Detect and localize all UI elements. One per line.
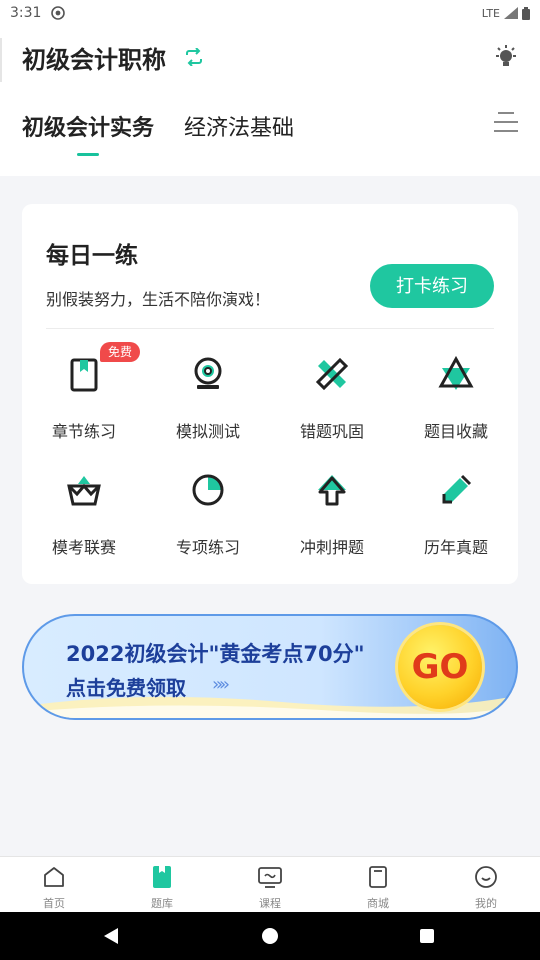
header: 初级会计职称 初级会计实务 经济法基础 (0, 26, 540, 176)
recents-icon[interactable] (420, 929, 434, 943)
grid-item-label: 历年真题 (423, 538, 488, 557)
pie-icon (192, 474, 224, 506)
grid-item-chapter-practice[interactable]: 免费 章节练习 (22, 338, 146, 454)
status-bar: 3:31 LTE (0, 0, 540, 26)
tab-accounting-practice[interactable]: 初级会计实务 (22, 110, 154, 156)
header-divider (0, 38, 2, 82)
cross-pencil-icon (315, 357, 349, 391)
banner-headline: 2022初级会计"黄金考点70分" (66, 642, 365, 666)
grid-item-label: 模考联赛 (51, 538, 116, 557)
grid-item-mock-test[interactable]: 模拟测试 (146, 338, 270, 454)
grid-item-past-exams[interactable]: 历年真题 (394, 454, 518, 570)
daily-practice-card: 每日一练 别假装努力，生活不陪你演戏！ 打卡练习 免费 章节练习 模拟测试 错题… (22, 204, 518, 584)
card-divider (46, 328, 494, 329)
nav-label: 商城 (367, 897, 389, 910)
grid-item-label: 冲刺押题 (299, 538, 364, 557)
back-icon[interactable] (104, 928, 118, 944)
nav-label: 题库 (151, 897, 173, 910)
pen-icon (442, 474, 472, 504)
tv-icon (258, 867, 282, 888)
home-circle-icon[interactable] (262, 928, 278, 944)
subject-tabs: 初级会计实务 经济法基础 (22, 110, 294, 156)
go-button[interactable]: GO (398, 625, 482, 709)
bottom-nav: 首页 题库 课程 商城 我的 (0, 856, 540, 912)
notification-icon (51, 6, 66, 20)
grid-item-mistake-review[interactable]: 错题巩固 (270, 338, 394, 454)
switch-subject-icon[interactable] (184, 48, 204, 66)
nav-label: 我的 (475, 897, 497, 910)
crown-basket-icon (67, 476, 101, 506)
nav-item-courses[interactable]: 课程 (216, 857, 324, 912)
nav-label: 课程 (259, 897, 281, 910)
daily-title: 每日一练 (46, 243, 138, 269)
page-title[interactable]: 初级会计职称 (22, 40, 166, 75)
question-bank-icon (153, 866, 171, 888)
grid-item-sprint[interactable]: 冲刺押题 (270, 454, 394, 570)
feature-grid: 免费 章节练习 模拟测试 错题巩固 题目收藏 模考联赛 专项练习 冲刺押题 历年… (22, 338, 518, 570)
profile-icon (475, 866, 497, 888)
battery-icon (522, 6, 530, 20)
menu-icon[interactable] (494, 112, 518, 134)
grid-item-label: 题目收藏 (423, 422, 488, 441)
signal-icon (504, 7, 518, 19)
grid-item-special-practice[interactable]: 专项练习 (146, 454, 270, 570)
grid-item-label: 错题巩固 (299, 422, 364, 441)
checkin-button[interactable]: 打卡练习 (370, 264, 494, 308)
lightbulb-icon[interactable] (494, 44, 518, 70)
network-type: LTE (481, 6, 500, 20)
double-chevron-icon: »» (212, 674, 230, 695)
arrow-up-icon (318, 475, 346, 506)
tab-economic-law[interactable]: 经济法基础 (184, 110, 294, 156)
grid-item-label: 模拟测试 (175, 422, 240, 441)
daily-subtitle: 别假装努力，生活不陪你演戏！ (46, 290, 271, 309)
nav-item-profile[interactable]: 我的 (432, 857, 540, 912)
free-badge: 免费 (100, 342, 141, 362)
webcam-icon (194, 357, 222, 389)
nav-item-question-bank[interactable]: 题库 (108, 857, 216, 912)
book-icon (70, 358, 98, 392)
triangle-star-icon (438, 356, 474, 390)
nav-label: 首页 (43, 897, 65, 910)
status-time: 3:31 (10, 5, 42, 21)
grid-item-label: 章节练习 (51, 422, 116, 441)
shop-icon (369, 866, 387, 888)
grid-item-mock-league[interactable]: 模考联赛 (22, 454, 146, 570)
grid-item-label: 专项练习 (175, 538, 240, 557)
system-nav-bar (0, 912, 540, 960)
nav-item-shop[interactable]: 商城 (324, 857, 432, 912)
grid-item-favorites[interactable]: 题目收藏 (394, 338, 518, 454)
nav-item-home[interactable]: 首页 (0, 857, 108, 912)
banner-cta-text: 点击免费领取 (66, 676, 186, 700)
home-icon (44, 867, 64, 887)
promo-banner[interactable]: 2022初级会计"黄金考点70分" 点击免费领取 »» GO (22, 614, 518, 720)
